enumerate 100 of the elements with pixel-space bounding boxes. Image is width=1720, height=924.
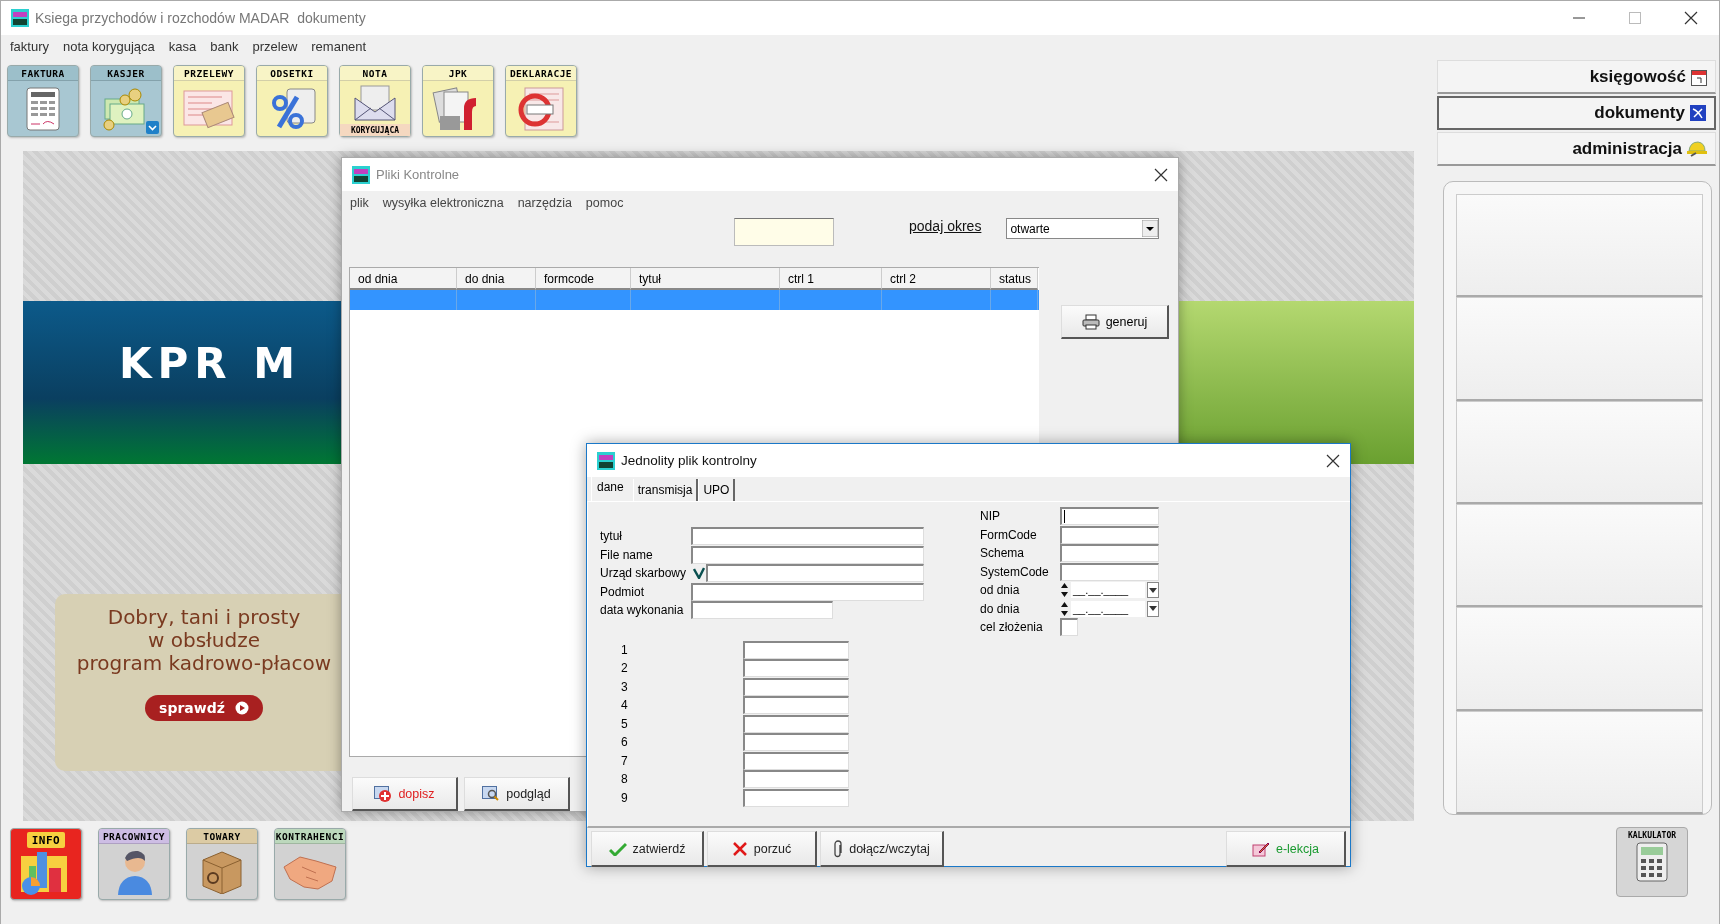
field-label: 2 (620, 661, 629, 676)
action-button[interactable]: porzuć (707, 831, 817, 867)
panel-button[interactable] (1456, 400, 1703, 504)
column-header[interactable]: tytuł (631, 268, 780, 290)
text-field[interactable] (691, 601, 833, 620)
promo-text: w obsłudze (148, 629, 260, 652)
generate-button[interactable]: generuj (1061, 305, 1169, 339)
action-button[interactable]: dołącz/wczytaj (820, 831, 944, 867)
play-icon (234, 701, 249, 715)
action-button[interactable]: zatwierdź (591, 831, 704, 867)
text-field[interactable] (706, 564, 924, 583)
close-icon[interactable] (1326, 453, 1340, 468)
menu-item[interactable]: pomoc (585, 196, 624, 210)
check-icon (608, 841, 627, 856)
menu-item[interactable]: nota korygująca (63, 38, 155, 54)
field-label: SystemCode (980, 564, 1050, 579)
toolbar-button[interactable]: FAKTURA (7, 65, 79, 137)
text-field[interactable] (691, 527, 924, 546)
close-icon[interactable] (1154, 167, 1168, 182)
toolbar-button[interactable]: INFO (10, 828, 82, 900)
text-field[interactable] (743, 751, 849, 770)
toolbar-button[interactable]: PRZELEWY (173, 65, 245, 137)
column-header[interactable]: formcode (536, 268, 631, 290)
toolbar-button[interactable]: NOTA KORYGUJĄCA (339, 65, 411, 137)
filter-field[interactable] (734, 218, 834, 246)
status-dropdown[interactable]: otwarte (1006, 218, 1160, 239)
calculator-button[interactable]: KALKULATOR (1616, 827, 1688, 897)
text-field[interactable] (743, 714, 849, 733)
text-field[interactable] (1060, 618, 1078, 637)
menu-item[interactable]: kasa (168, 38, 197, 54)
calendar-icon (1691, 67, 1707, 86)
action-button[interactable]: dopisz (352, 777, 458, 811)
nav-button[interactable]: administracja (1437, 132, 1716, 166)
toolbar-button[interactable]: DEKLARACJE (505, 65, 577, 137)
column-header[interactable]: ctrl 2 (882, 268, 991, 290)
menu-item[interactable]: plik (350, 196, 369, 210)
app-logo-icon (597, 451, 615, 470)
text-field[interactable] (743, 770, 849, 789)
field-label: NIP (980, 509, 1001, 524)
dropdown-button[interactable] (1147, 582, 1159, 599)
field-label: 1 (620, 642, 629, 657)
dropdown-button[interactable] (1147, 600, 1159, 617)
toolbar-button[interactable]: KASJER (90, 65, 162, 137)
toolbar-button[interactable]: TOWARY (186, 828, 258, 900)
tab[interactable]: UPO (698, 479, 736, 501)
action-button[interactable]: podgląd (464, 777, 570, 811)
window-title: Ksiega przychodów i rozchodów MADAR dokumenty (35, 10, 366, 26)
period-link[interactable]: podaj okres (909, 218, 982, 234)
field-label: cel złożenia (980, 620, 1044, 635)
text-field[interactable] (691, 582, 924, 601)
text-field[interactable] (743, 640, 849, 659)
field-label: Schema (980, 546, 1026, 561)
tab[interactable]: dane (591, 477, 633, 501)
menu-item[interactable]: remanent (311, 38, 367, 54)
toolbar-button[interactable]: PRACOWNICY (98, 828, 170, 900)
check-button[interactable]: sprawdź (145, 695, 263, 721)
column-header[interactable]: do dnia (457, 268, 536, 290)
toolbar-button[interactable]: ODSETKI (256, 65, 328, 137)
text-field[interactable] (743, 659, 849, 678)
date-field[interactable]: __.__.____ (1060, 599, 1159, 618)
text-field[interactable] (1060, 507, 1159, 526)
toolbar-button[interactable]: KONTRAHENCI (274, 828, 346, 900)
text-field[interactable] (743, 677, 849, 696)
column-header[interactable]: status (991, 268, 1038, 290)
text-field[interactable] (1060, 562, 1159, 581)
window-title: Jednolity plik kontrolny (621, 453, 758, 468)
menu-item[interactable]: bank (210, 38, 239, 54)
field-label: 8 (620, 772, 629, 787)
envelope-icon (353, 83, 397, 122)
toolbar-button[interactable]: JPK (422, 65, 494, 137)
paperclip-icon (833, 839, 844, 858)
field-label: 5 (620, 716, 629, 731)
tab[interactable]: transmisja (632, 479, 699, 501)
banner-headline: KPR M (119, 339, 302, 388)
text-field[interactable] (743, 788, 849, 807)
dropdown-arrow-icon (1149, 606, 1157, 612)
menu-item[interactable]: narzędzia (517, 196, 572, 210)
pencil-icon (1251, 840, 1270, 857)
menu-item[interactable]: wysyłka elektroniczna (382, 196, 504, 210)
text-field[interactable] (743, 733, 849, 752)
field-label: 4 (620, 698, 629, 713)
field-label: 9 (620, 790, 629, 805)
column-header[interactable]: ctrl 1 (780, 268, 882, 290)
panel-button[interactable] (1456, 710, 1703, 814)
field-label: od dnia (980, 583, 1021, 598)
menu-item[interactable]: przelew (252, 38, 298, 54)
menu-item[interactable]: faktury (10, 38, 49, 54)
nav-button[interactable]: księgowość (1437, 60, 1716, 94)
text-field[interactable] (743, 696, 849, 715)
text-field[interactable] (1060, 544, 1159, 563)
text-field[interactable] (691, 545, 924, 564)
promo-text: program kadrowo-płacow (76, 652, 332, 675)
column-header[interactable]: od dnia (350, 268, 457, 290)
date-field[interactable]: __.__.____ (1060, 581, 1159, 600)
close-icon[interactable] (1684, 11, 1698, 25)
nav-button[interactable]: dokumenty (1437, 96, 1716, 130)
maximize-icon[interactable] (1629, 12, 1641, 24)
field-label: tytuł (600, 529, 623, 544)
text-field[interactable] (1060, 525, 1159, 544)
field-label: data wykonania (600, 603, 685, 618)
